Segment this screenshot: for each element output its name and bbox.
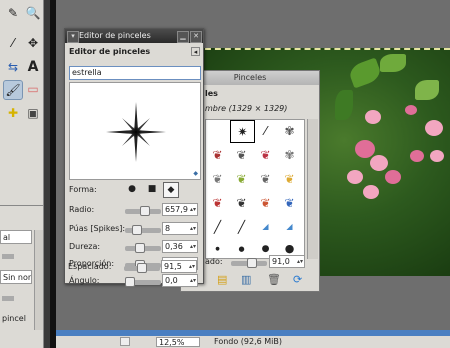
brush-editor-heading: Editor de pinceles [69, 47, 151, 56]
status-bar: 12,5% Fondo (92,6 MiB) [56, 336, 450, 348]
brush-icon[interactable]: ❦ [254, 192, 277, 213]
measure-icon[interactable]: ⁄ [4, 34, 22, 52]
angle-slider[interactable] [125, 277, 161, 287]
brush-icon[interactable]: ❦ [254, 144, 277, 165]
layer-info: Fondo (92,6 MiB) [214, 337, 283, 346]
paintbrush-icon[interactable]: 🖌 [3, 80, 23, 100]
shape-diamond-button[interactable]: ◆ [163, 182, 179, 198]
brush-grid[interactable]: ✷ ⁄ ✾ ❦ ❦ ❦ ✾ ❦ ❦ ❦ ❦ ❦ ❦ ❦ ❦ ╱ ╱ ◢ ◢ ● … [205, 119, 305, 259]
brushes-heading: les [205, 89, 218, 98]
brush-icon[interactable]: ● [230, 238, 253, 259]
hardness-spinbox[interactable]: 0,36 [162, 240, 198, 253]
brush-icon[interactable]: ⁄ [254, 120, 277, 141]
brush-icon[interactable]: ❦ [230, 144, 253, 165]
toolbox: ✎ 🔍 ⁄ ✥ ⇆ A 🖌 ▭ ✚ ▣ al Sin non pincel [0, 0, 44, 348]
brush-icon[interactable]: ❦ [206, 168, 229, 189]
slider-knob[interactable] [136, 263, 147, 273]
shape-circle-button[interactable]: ● [125, 182, 139, 196]
shape-label: Forma: [69, 185, 97, 194]
zoom-select[interactable]: 12,5% [156, 337, 200, 347]
brush-icon[interactable]: ◢ [254, 216, 277, 237]
hardness-label: Dureza: [69, 242, 101, 251]
move-icon[interactable]: ✥ [24, 34, 42, 52]
delete-brush-icon[interactable]: 🗑 [267, 273, 281, 286]
spikes-slider[interactable] [125, 225, 161, 235]
color-picker-icon[interactable]: ✎ [4, 4, 22, 22]
spacing-label: ado: [205, 257, 223, 266]
unit-select[interactable] [120, 337, 130, 346]
brush-icon[interactable]: ◢ [278, 216, 301, 237]
slider-knob[interactable] [125, 277, 135, 287]
brush-select[interactable]: Sin non [0, 270, 32, 284]
new-brush-icon[interactable]: ▤ [217, 273, 227, 286]
spacing-slider[interactable] [231, 258, 267, 268]
brush-star-icon[interactable]: ✷ [230, 120, 255, 143]
minimize-icon[interactable]: ▁ [177, 31, 189, 43]
hardness-slider[interactable] [125, 243, 161, 253]
spacing-param-slider[interactable] [124, 263, 160, 273]
text-icon[interactable]: A [24, 58, 42, 76]
angle-spinbox[interactable]: 0,0 [162, 274, 198, 287]
spikes-spinbox[interactable]: 8 [162, 222, 198, 235]
duplicate-brush-icon[interactable]: ▥ [241, 273, 251, 286]
eraser-icon[interactable]: ▭ [24, 80, 42, 98]
brush-icon[interactable]: ❦ [230, 168, 253, 189]
brush-icon[interactable]: ✾ [278, 120, 301, 141]
brush-icon[interactable]: ❦ [254, 168, 277, 189]
angle-label: Ángulo: [69, 276, 100, 285]
brush-icon[interactable]: ● [206, 238, 229, 259]
brush-preview: ◆ [69, 82, 201, 180]
magnify-icon[interactable]: 🔍 [24, 4, 42, 22]
brush-icon[interactable]: ╱ [206, 216, 229, 237]
spacing-param-label: Espaciado: [68, 262, 112, 271]
spacing-spinbox[interactable]: 91,0 [269, 255, 305, 268]
heal-icon[interactable]: ✚ [4, 104, 22, 122]
close-icon[interactable]: ✕ [190, 31, 202, 43]
brush-icon[interactable]: ╱ [230, 216, 253, 237]
clone-icon[interactable]: ▣ [24, 104, 42, 122]
brush-icon[interactable]: ❦ [206, 144, 229, 165]
brush-icon[interactable]: ❦ [278, 192, 301, 213]
tab-menu-icon[interactable]: ◂ [191, 47, 200, 56]
toolbox-scrollbar[interactable] [34, 230, 43, 330]
radius-spinbox[interactable]: 657,9 [162, 203, 198, 216]
mode-select[interactable]: al [0, 230, 32, 244]
brush-name-input[interactable]: estrella [69, 66, 201, 80]
star-brush-preview-icon [106, 102, 166, 162]
shape-square-button[interactable]: ■ [145, 182, 159, 196]
brush-icon[interactable]: ❦ [278, 168, 301, 189]
spikes-label: Púas [Spikes]: [69, 224, 126, 233]
brush-icon[interactable]: ✾ [278, 144, 301, 165]
toolbox-divider [0, 205, 44, 206]
brush-name-label: mbre (1329 × 1329) [205, 104, 288, 113]
refresh-brushes-icon[interactable]: ⟳ [293, 273, 302, 286]
spacing-param-spinbox[interactable]: 91,5 [161, 260, 197, 273]
radius-slider[interactable] [125, 206, 161, 216]
brush-icon[interactable]: ❦ [230, 192, 253, 213]
brush-icon[interactable]: ❦ [206, 192, 229, 213]
slider-knob[interactable] [132, 225, 142, 235]
window-menu-icon[interactable]: ▾ [67, 31, 79, 43]
slider-knob[interactable] [135, 243, 146, 253]
flip-icon[interactable]: ⇆ [4, 58, 22, 76]
brush-editor-dialog: Editor de pinceles ▾ ▁ ✕ Editor de pince… [64, 28, 204, 287]
radius-label: Radio: [69, 205, 95, 214]
brushes-scrollbar[interactable] [307, 119, 318, 259]
slider-knob[interactable] [140, 206, 151, 216]
preview-resize-icon[interactable]: ◆ [193, 170, 198, 177]
